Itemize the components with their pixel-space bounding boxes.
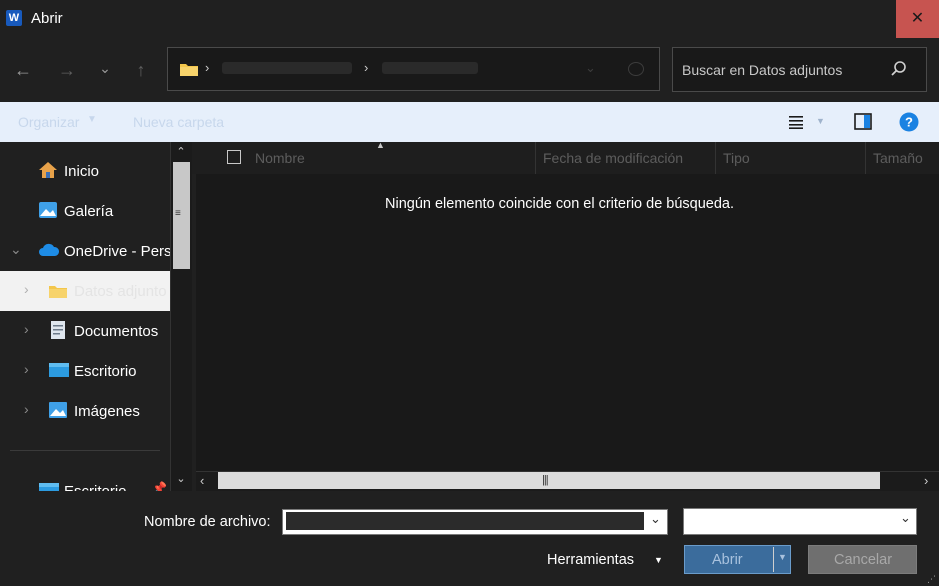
forward-button[interactable]: →: [52, 55, 82, 85]
tools-dropdown-icon[interactable]: ▼: [654, 555, 663, 565]
cancel-button-label: Cancelar: [834, 552, 893, 568]
column-divider[interactable]: [535, 142, 536, 174]
close-button[interactable]: ✕: [896, 0, 939, 38]
expand-chevron-icon[interactable]: ›: [24, 281, 29, 297]
open-button-label: Abrir: [712, 552, 743, 568]
sidebar-item-imagenes[interactable]: › Imágenes: [0, 391, 170, 431]
sidebar-item-onedrive[interactable]: ⌄ OneDrive - Perso: [0, 231, 180, 271]
sidebar-scrollbar[interactable]: ⌃ ≡ ⌄: [170, 142, 192, 491]
sidebar-item-label: OneDrive - Perso: [64, 243, 180, 260]
pictures-icon: [49, 402, 67, 418]
file-type-filter[interactable]: [683, 508, 917, 535]
address-dropdown-icon[interactable]: ⌄: [585, 60, 596, 76]
horizontal-scrollbar-thumb[interactable]: [218, 472, 880, 489]
sidebar-item-escritorio[interactable]: › Escritorio: [0, 351, 170, 391]
word-app-icon: W: [6, 10, 22, 26]
new-folder-button[interactable]: Nueva carpeta: [133, 114, 224, 130]
sidebar-item-label: Escritorio: [64, 483, 127, 491]
title-bar: [0, 0, 939, 38]
column-size[interactable]: Tamaño: [873, 150, 923, 166]
desktop-icon: [49, 363, 69, 377]
preview-pane-icon[interactable]: [854, 113, 872, 130]
expand-chevron-icon[interactable]: ›: [24, 361, 29, 377]
sidebar-item-label: Datos adjunto: [74, 283, 167, 300]
gallery-icon: [39, 202, 57, 218]
sidebar-item-label: Escritorio: [74, 363, 137, 380]
column-divider[interactable]: [715, 142, 716, 174]
up-button[interactable]: ↑: [126, 55, 156, 85]
folder-icon: [49, 286, 67, 298]
organize-dropdown-icon: ▼: [87, 114, 97, 125]
documents-icon: [51, 321, 65, 339]
scroll-down-icon[interactable]: ⌄: [174, 472, 188, 486]
dialog-footer: [0, 491, 939, 586]
filter-dropdown-icon[interactable]: ⌄: [900, 510, 911, 526]
breadcrumb-segment[interactable]: [222, 62, 352, 74]
sidebar-item-label: Galería: [64, 203, 114, 220]
refresh-icon[interactable]: [628, 62, 644, 76]
sidebar-item-galeria[interactable]: Galería: [0, 191, 170, 231]
filename-dropdown-icon[interactable]: ⌄: [650, 511, 661, 527]
cloud-icon: [39, 243, 60, 256]
help-icon[interactable]: ?: [899, 112, 919, 132]
scroll-right-icon[interactable]: ›: [924, 473, 928, 488]
scroll-left-icon[interactable]: ‹: [200, 473, 204, 488]
sidebar-item-datos-adjuntos[interactable]: › Datos adjunto: [0, 271, 170, 311]
sidebar-item-inicio[interactable]: Inicio: [0, 151, 170, 191]
select-all-checkbox[interactable]: [227, 150, 241, 164]
back-button[interactable]: ←: [8, 55, 38, 85]
desktop-icon: [39, 483, 59, 491]
resize-grip-icon[interactable]: ⋰: [927, 574, 936, 585]
folder-icon: [180, 64, 198, 76]
sidebar-item-label: Inicio: [64, 163, 100, 180]
open-dropdown-icon[interactable]: ▼: [778, 552, 787, 562]
expand-chevron-icon[interactable]: ›: [24, 321, 29, 337]
view-dropdown-icon[interactable]: ▼: [816, 116, 825, 126]
sidebar-divider: [10, 450, 160, 451]
column-type[interactable]: Tipo: [723, 150, 750, 166]
window-title: Abrir: [31, 10, 63, 27]
svg-text:?: ?: [905, 115, 913, 130]
scrollbar-grip-icon: |||: [542, 474, 549, 486]
close-icon: ✕: [910, 10, 925, 27]
navigation-pane: Inicio Galería ⌄ OneDrive - Perso › Dato…: [0, 142, 180, 491]
organize-button[interactable]: Organizar: [18, 114, 79, 130]
expand-chevron-icon[interactable]: ›: [24, 401, 29, 417]
scrollbar-grip-icon: ≡: [175, 208, 181, 219]
sidebar-item-label: Imágenes: [74, 403, 140, 420]
file-list[interactable]: [196, 174, 939, 471]
filename-label: Nombre de archivo:: [144, 514, 271, 530]
breadcrumb-chevron-icon: ›: [364, 60, 369, 75]
breadcrumb-segment[interactable]: [382, 62, 478, 74]
search-icon[interactable]: [890, 60, 908, 78]
column-modified[interactable]: Fecha de modificación: [543, 150, 683, 166]
sidebar-item-label: Documentos: [74, 323, 159, 340]
column-name[interactable]: Nombre: [255, 150, 305, 166]
recent-locations-button[interactable]: ⌄: [90, 53, 120, 83]
tools-button[interactable]: Herramientas: [547, 552, 634, 568]
expand-chevron-icon[interactable]: ⌄: [10, 241, 22, 258]
empty-message: Ningún elemento coincide con el criterio…: [385, 196, 735, 212]
pin-icon: 📌: [152, 481, 167, 491]
sidebar-item-escritorio-pc[interactable]: Escritorio 📌: [0, 471, 170, 491]
sort-ascending-icon: ▲: [376, 140, 385, 150]
home-icon: [39, 162, 57, 178]
column-divider[interactable]: [865, 142, 866, 174]
filename-input[interactable]: [286, 512, 644, 530]
search-input[interactable]: Buscar en Datos adjuntos: [682, 62, 842, 78]
column-header: ▲ Nombre Fecha de modificación Tipo Tama…: [192, 140, 939, 174]
split-divider: [773, 547, 774, 572]
sidebar-item-documentos[interactable]: › Documentos: [0, 311, 170, 351]
breadcrumb-chevron-icon: ›: [205, 60, 210, 75]
scroll-up-icon[interactable]: ⌃: [174, 145, 188, 159]
view-list-icon[interactable]: [788, 115, 804, 129]
